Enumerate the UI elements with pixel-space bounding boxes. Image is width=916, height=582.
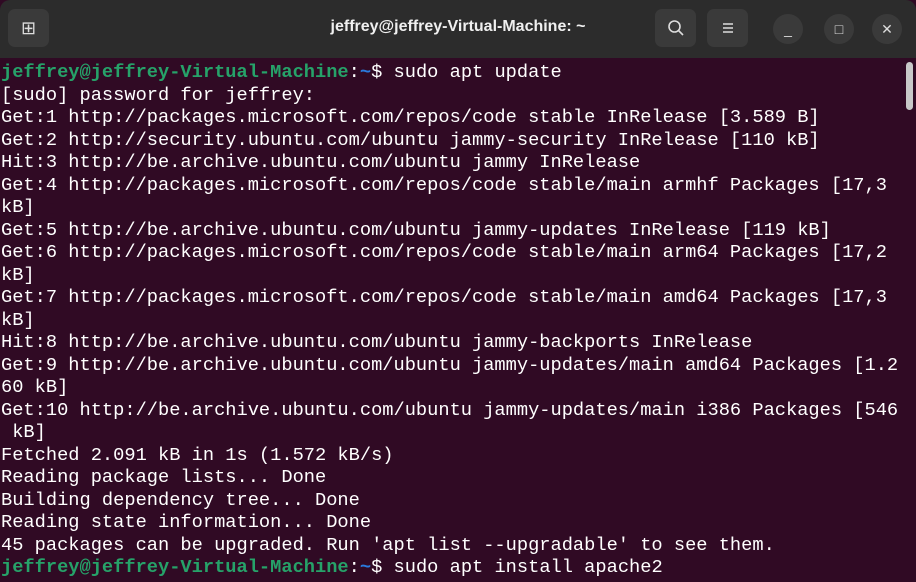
- minimize-button[interactable]: _: [773, 14, 803, 44]
- output-line: Hit:8 http://be.archive.ubuntu.com/ubunt…: [1, 331, 753, 353]
- scrollbar[interactable]: [906, 62, 913, 110]
- terminal-window: ⊞ jeffrey@jeffrey-Virtual-Machine: ~ _ □…: [0, 0, 916, 579]
- close-icon: ✕: [881, 20, 893, 37]
- output-line: Fetched 2.091 kB in 1s (1.572 kB/s): [1, 443, 394, 466]
- maximize-button[interactable]: □: [824, 14, 854, 44]
- prompt-line: jeffrey@jeffrey-Virtual-Machine:~$ sudo …: [1, 556, 900, 579]
- output-line: Get:10 http://be.archive.ubuntu.com/ubun…: [1, 398, 899, 421]
- prompt-path: ~: [359, 556, 372, 578]
- prompt-sep: :: [348, 556, 360, 578]
- output-line: Reading state information... Done: [1, 511, 372, 533]
- prompt-dollar: $: [371, 556, 394, 578]
- output-line: Reading package lists... Done: [1, 466, 327, 488]
- output-line: Get:7 http://packages.microsoft.com/repo…: [1, 286, 887, 308]
- close-button[interactable]: ✕: [872, 14, 902, 44]
- title-bar: ⊞ jeffrey@jeffrey-Virtual-Machine: ~ _ □…: [0, 0, 916, 58]
- hamburger-icon: [722, 23, 733, 33]
- prompt-user: jeffrey@jeffrey-Virtual-Machine: [1, 556, 349, 578]
- output-line: Get:6 http://packages.microsoft.com/repo…: [1, 241, 887, 263]
- maximize-icon: □: [834, 21, 844, 37]
- output-line: kB]: [1, 421, 46, 443]
- output-line: Get:5 http://be.archive.ubuntu.com/ubunt…: [1, 218, 831, 241]
- prompt-line: jeffrey@jeffrey-Virtual-Machine:~$ sudo …: [1, 61, 900, 84]
- search-button[interactable]: [655, 9, 696, 47]
- minimize-icon: _: [784, 21, 792, 37]
- search-icon: [667, 20, 684, 36]
- output-line: Get:4 http://packages.microsoft.com/repo…: [1, 173, 887, 196]
- prompt-sep: :: [348, 61, 360, 83]
- output-line: Hit:3 http://be.archive.ubuntu.com/ubunt…: [1, 151, 641, 173]
- command: sudo apt install apache2: [393, 556, 663, 578]
- command: sudo apt update: [393, 61, 562, 83]
- menu-button[interactable]: [707, 9, 748, 47]
- output-line: Get:2 http://security.ubuntu.com/ubuntu …: [1, 128, 820, 151]
- output-line: Get:9 http://be.archive.ubuntu.com/ubunt…: [1, 353, 899, 376]
- output-line: Building dependency tree... Done: [1, 488, 360, 511]
- output-line: kB]: [1, 263, 35, 286]
- output-line: 60 kB]: [1, 376, 69, 398]
- output-line: kB]: [1, 196, 35, 218]
- output-line: Get:1 http://packages.microsoft.com/repo…: [1, 106, 820, 128]
- terminal-output[interactable]: jeffrey@jeffrey-Virtual-Machine:~$ sudo …: [1, 61, 900, 579]
- prompt-user: jeffrey@jeffrey-Virtual-Machine: [1, 61, 349, 83]
- output-line: 45 packages can be upgraded. Run 'apt li…: [1, 533, 775, 556]
- prompt-path: ~: [359, 61, 372, 83]
- command-output: [sudo] password for jeffrey: Get:1 http:/…: [1, 84, 900, 557]
- output-line: [sudo] password for jeffrey:: [1, 83, 316, 106]
- prompt-dollar: $: [371, 61, 394, 83]
- output-line: kB]: [1, 308, 35, 331]
